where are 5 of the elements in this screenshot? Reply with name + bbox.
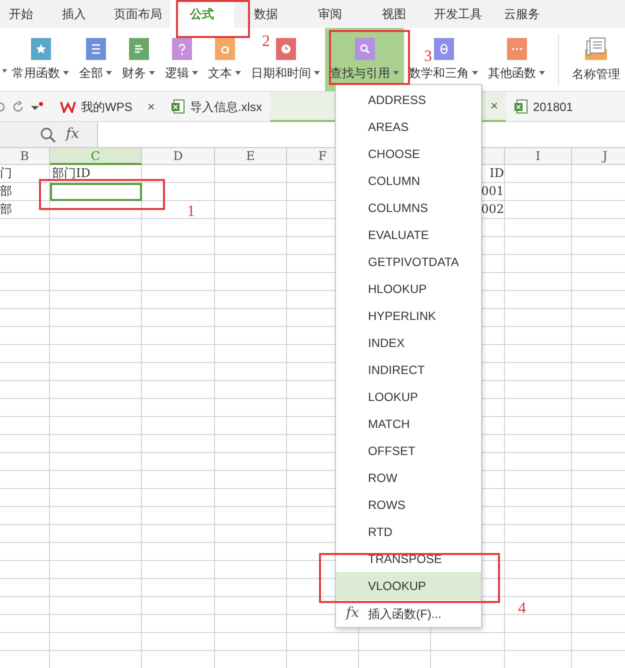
function-icon: fx	[346, 603, 360, 624]
annotation-number: 4	[518, 599, 526, 619]
annotation-number: 2	[262, 32, 270, 52]
annotation-number: 1	[187, 202, 195, 222]
annotation-number: 3	[424, 47, 432, 67]
